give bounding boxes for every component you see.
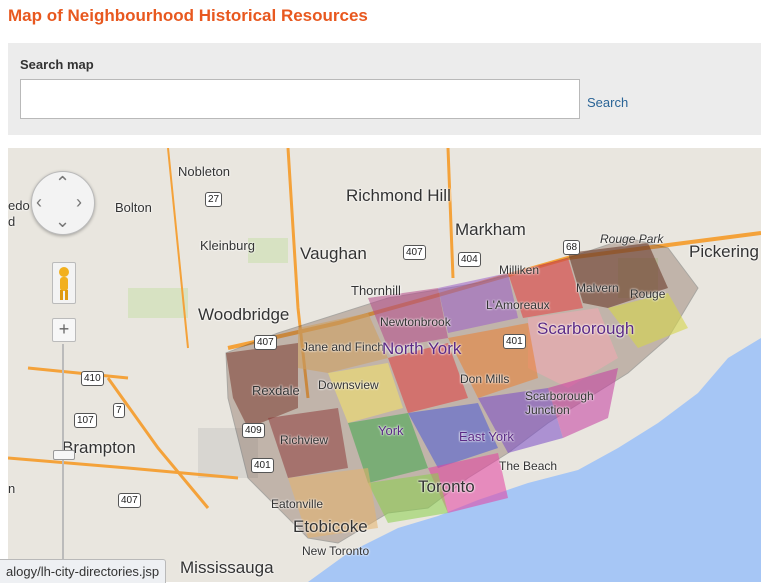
- map-label-etobicoke: Etobicoke: [293, 517, 368, 536]
- map-label-kleinburg: Kleinburg: [200, 238, 255, 253]
- search-label: Search map: [20, 57, 94, 72]
- highway-shield: 409: [242, 423, 265, 438]
- zoom-in-button[interactable]: +: [52, 318, 76, 342]
- map-label-rouge: Rouge: [630, 287, 666, 301]
- map-label-bolton: Bolton: [115, 200, 152, 215]
- pan-up-icon[interactable]: ⌃: [55, 174, 70, 192]
- pan-right-icon[interactable]: ›: [76, 193, 82, 211]
- highway-shield: 407: [403, 245, 426, 260]
- map-label-east-york: East York: [459, 429, 514, 444]
- highway-shield: 404: [458, 252, 481, 267]
- map-label-markham: Markham: [455, 220, 526, 239]
- highway-shield: 68: [563, 240, 581, 255]
- pan-left-icon[interactable]: ‹: [36, 193, 42, 211]
- map-label-richmond-hill: Richmond Hill: [346, 186, 451, 205]
- map-label-richview: Richview: [280, 433, 329, 447]
- status-bar-url: alogy/lh-city-directories.jsp: [0, 559, 167, 583]
- map-label-jane-and-finch: Jane and Finch: [302, 340, 385, 354]
- map-label-malvern: Malvern: [576, 281, 619, 295]
- page-title: Map of Neighbourhood Historical Resource…: [8, 6, 368, 25]
- map-label-lamoreaux: L'Amoreaux: [486, 298, 550, 312]
- pan-down-icon[interactable]: ⌄: [55, 212, 70, 230]
- search-button[interactable]: Search: [587, 95, 628, 110]
- highway-shield: 7: [113, 403, 125, 418]
- map-label-vaughan: Vaughan: [300, 244, 367, 263]
- map-label-new-toronto: New Toronto: [302, 544, 370, 558]
- map-label-woodbridge: Woodbridge: [198, 305, 290, 324]
- map-label-edge-left: edo: [8, 198, 30, 213]
- map-label-downsview: Downsview: [318, 378, 379, 392]
- highway-shield: 27: [205, 192, 223, 207]
- zoom-slider-track[interactable]: [62, 344, 64, 582]
- map-label-pickering: Pickering: [689, 242, 759, 261]
- map-label-thornhill: Thornhill: [351, 283, 401, 298]
- map-label-the-beach: The Beach: [499, 459, 558, 473]
- zoom-slider-handle[interactable]: [53, 450, 75, 460]
- search-input[interactable]: [20, 79, 580, 119]
- map-label-scarborough: Scarborough: [537, 319, 635, 338]
- map-label-mississauga: Mississauga: [180, 558, 274, 577]
- pan-control[interactable]: ⌃ ⌄ ‹ ›: [31, 171, 95, 235]
- highway-shield: 401: [251, 458, 274, 473]
- map-label-nobleton: Nobleton: [178, 164, 231, 179]
- highway-shield: 410: [81, 371, 104, 386]
- map-label-york: York: [378, 423, 404, 438]
- map-label-milliken: Milliken: [499, 263, 540, 277]
- map-label-scarborough-junction: Scarborough Junction: [525, 389, 594, 417]
- search-panel: Search map Search: [8, 43, 761, 135]
- map-label-don-mills: Don Mills: [460, 372, 510, 386]
- map-label-newtonbrook: Newtonbrook: [380, 315, 451, 329]
- map-label-rouge-park: Rouge Park: [600, 232, 664, 246]
- highway-shield: 107: [74, 413, 97, 428]
- pegman-icon[interactable]: [52, 262, 76, 304]
- map-label-toronto: Toronto: [418, 477, 475, 496]
- map-label-rexdale: Rexdale: [252, 383, 300, 398]
- map-label-eatonville: Eatonville: [271, 497, 324, 511]
- highway-shield: 407: [118, 493, 141, 508]
- map-label-north-york: North York: [382, 339, 462, 358]
- highway-shield: 401: [503, 334, 526, 349]
- map-label-edge-left2: d: [8, 214, 16, 229]
- map-canvas[interactable]: Nobleton Bolton Kleinburg Richmond Hill …: [8, 148, 761, 582]
- highway-shield: 407: [254, 335, 277, 350]
- map-label-edge-left3: n: [8, 481, 16, 496]
